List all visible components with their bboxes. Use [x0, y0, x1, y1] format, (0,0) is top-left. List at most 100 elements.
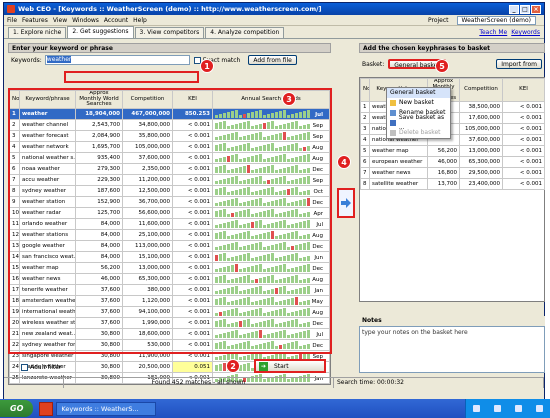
start-label: Start [274, 362, 289, 370]
row-keyword: weather news [369, 167, 428, 179]
project-label: Project [427, 16, 449, 24]
app-window: Web CEO - [Keywords :: WeatherScreen (de… [3, 2, 545, 413]
row-competition: 38,500,000 [459, 101, 503, 113]
menu-bar: File Features View Windows Account Help … [4, 15, 544, 26]
row-keyword: european weather [369, 156, 428, 168]
menu-new-basket[interactable]: New basket [387, 98, 450, 108]
tab-bar: 1. Explore niche 2. Get suggestions 3. V… [4, 26, 544, 39]
tab-view-competitors[interactable]: 3. View competitors [134, 27, 205, 38]
rename-icon [390, 110, 396, 116]
minimize-button[interactable]: _ [509, 4, 519, 14]
notes-title: Notes [359, 316, 545, 326]
notes-section: Notes type your notes on the basket here [359, 316, 545, 374]
notes-textarea[interactable]: type your notes on the basket here [359, 326, 545, 373]
system-tray [465, 399, 550, 418]
adult-filter-checkbox[interactable] [21, 363, 28, 371]
row-number: 4 [360, 134, 370, 146]
project-select[interactable]: WeatherScreen (demo) [456, 15, 536, 25]
menu-general-basket[interactable]: General basket [387, 88, 450, 98]
keyword-highlight-frame [64, 71, 199, 83]
basket-row[interactable]: 8 satellite weather 13,700 23,400,000 < 0.00… [360, 178, 545, 190]
row-number: 6 [360, 156, 370, 168]
teach-me-link[interactable]: Teach Me [479, 29, 507, 36]
basket-row[interactable]: 5 weather map 56,200 13,000,000 < 0.001 [360, 145, 545, 157]
row-competition: 29,500,000 [459, 167, 503, 179]
row-kei: < 0.001 [502, 123, 545, 135]
row-kei: < 0.001 [502, 112, 545, 124]
row-competition: 17,600,000 [459, 112, 503, 124]
taskbar-app-icon[interactable] [39, 401, 54, 416]
callout-3: 3 [282, 92, 296, 106]
row-searches: 13,700 [427, 178, 460, 190]
row-kei: < 0.001 [502, 178, 545, 190]
row-number: 8 [360, 178, 370, 190]
keywords-link[interactable]: Keywords [511, 29, 540, 36]
menu-save-basket-as[interactable]: Save basket as ... [387, 114, 450, 131]
row-searches: 56,200 [427, 145, 460, 157]
menu-help[interactable]: Help [133, 17, 147, 24]
callout-5: 5 [435, 59, 449, 73]
row-searches: 16,800 [427, 167, 460, 179]
keywords-label: Keywords: [11, 56, 42, 64]
tab-analyze-competition[interactable]: 4. Analyze competition [205, 27, 285, 38]
window-title: Web CEO - [Keywords :: WeatherScreen (de… [18, 5, 322, 13]
menu-features[interactable]: Features [22, 17, 48, 24]
save-icon [390, 120, 396, 126]
left-panel-title: Enter your keyword or phrase [8, 43, 331, 53]
app-icon [7, 5, 15, 13]
row-keyword: weather map [369, 145, 428, 157]
row-keyword: satellite weather [369, 178, 428, 190]
basket-col-kei[interactable]: KEI [502, 78, 545, 102]
import-from-button[interactable]: Import from [496, 59, 542, 69]
row-kei: < 0.001 [502, 145, 545, 157]
tray-icon[interactable] [515, 405, 522, 412]
taskbar-window-item[interactable]: Keywords :: WeatherS... [56, 401, 157, 416]
row-kei: < 0.001 [502, 101, 545, 113]
menu-view[interactable]: View [53, 17, 67, 24]
row-number: 1 [360, 101, 370, 113]
basket-col-no[interactable]: No [360, 78, 370, 102]
menu-account[interactable]: Account [104, 17, 128, 24]
basket-panel: Add the chosen keyphrases to basket Bask… [359, 43, 545, 374]
row-competition: 65,300,000 [459, 156, 503, 168]
add-from-file-button[interactable]: Add from file [248, 55, 297, 65]
keyword-input[interactable]: weather [44, 55, 190, 65]
right-panel-title: Add the chosen keyphrases to basket [359, 43, 545, 53]
basket-col-competition[interactable]: Competition [459, 78, 503, 102]
tab-explore-niche[interactable]: 1. Explore niche [8, 27, 67, 38]
menu-delete-basket[interactable]: Delete basket [387, 128, 450, 138]
tray-icon[interactable] [494, 405, 501, 412]
delete-icon [390, 130, 396, 136]
menu-delete-basket-label: Delete basket [399, 129, 441, 136]
row-number: 2 [360, 112, 370, 124]
tray-icon[interactable] [536, 405, 543, 412]
tray-icon[interactable] [473, 405, 480, 412]
status-search-time: Search time: 00:00:32 [334, 378, 544, 388]
menu-file[interactable]: File [7, 17, 17, 24]
basket-row[interactable]: 6 european weather 46,000 65,300,000 < 0.001 [360, 156, 545, 168]
add-to-basket-button[interactable] [337, 188, 355, 218]
callout-4: 4 [337, 155, 351, 169]
row-searches: 46,000 [427, 156, 460, 168]
maximize-button[interactable]: □ [520, 4, 530, 14]
row-kei: < 0.001 [502, 167, 545, 179]
start-button[interactable]: ➔ Start [254, 359, 326, 373]
basket-row[interactable]: 7 weather news 16,800 29,500,000 < 0.001 [360, 167, 545, 179]
menu-new-basket-label: New basket [399, 99, 434, 106]
taskbar: GO Keywords :: WeatherS... [0, 399, 550, 418]
adult-filter-label: Adult filter [30, 363, 62, 371]
basket-label: Basket: [362, 60, 385, 68]
row-kei: < 0.001 [502, 156, 545, 168]
menu-windows[interactable]: Windows [72, 17, 99, 24]
row-competition: 23,400,000 [459, 178, 503, 190]
new-icon [390, 100, 396, 106]
right-arrow-icon [341, 198, 351, 208]
start-icon: ➔ [259, 361, 268, 371]
start-menu-button[interactable]: GO [0, 400, 34, 417]
row-number: 3 [360, 123, 370, 135]
close-button[interactable]: × [531, 4, 541, 14]
status-bar: Found 452 matches - all shown Search tim… [4, 377, 544, 388]
tab-get-suggestions[interactable]: 2. Get suggestions [67, 26, 134, 38]
callout-1: 1 [200, 59, 214, 73]
row-number: 5 [360, 145, 370, 157]
